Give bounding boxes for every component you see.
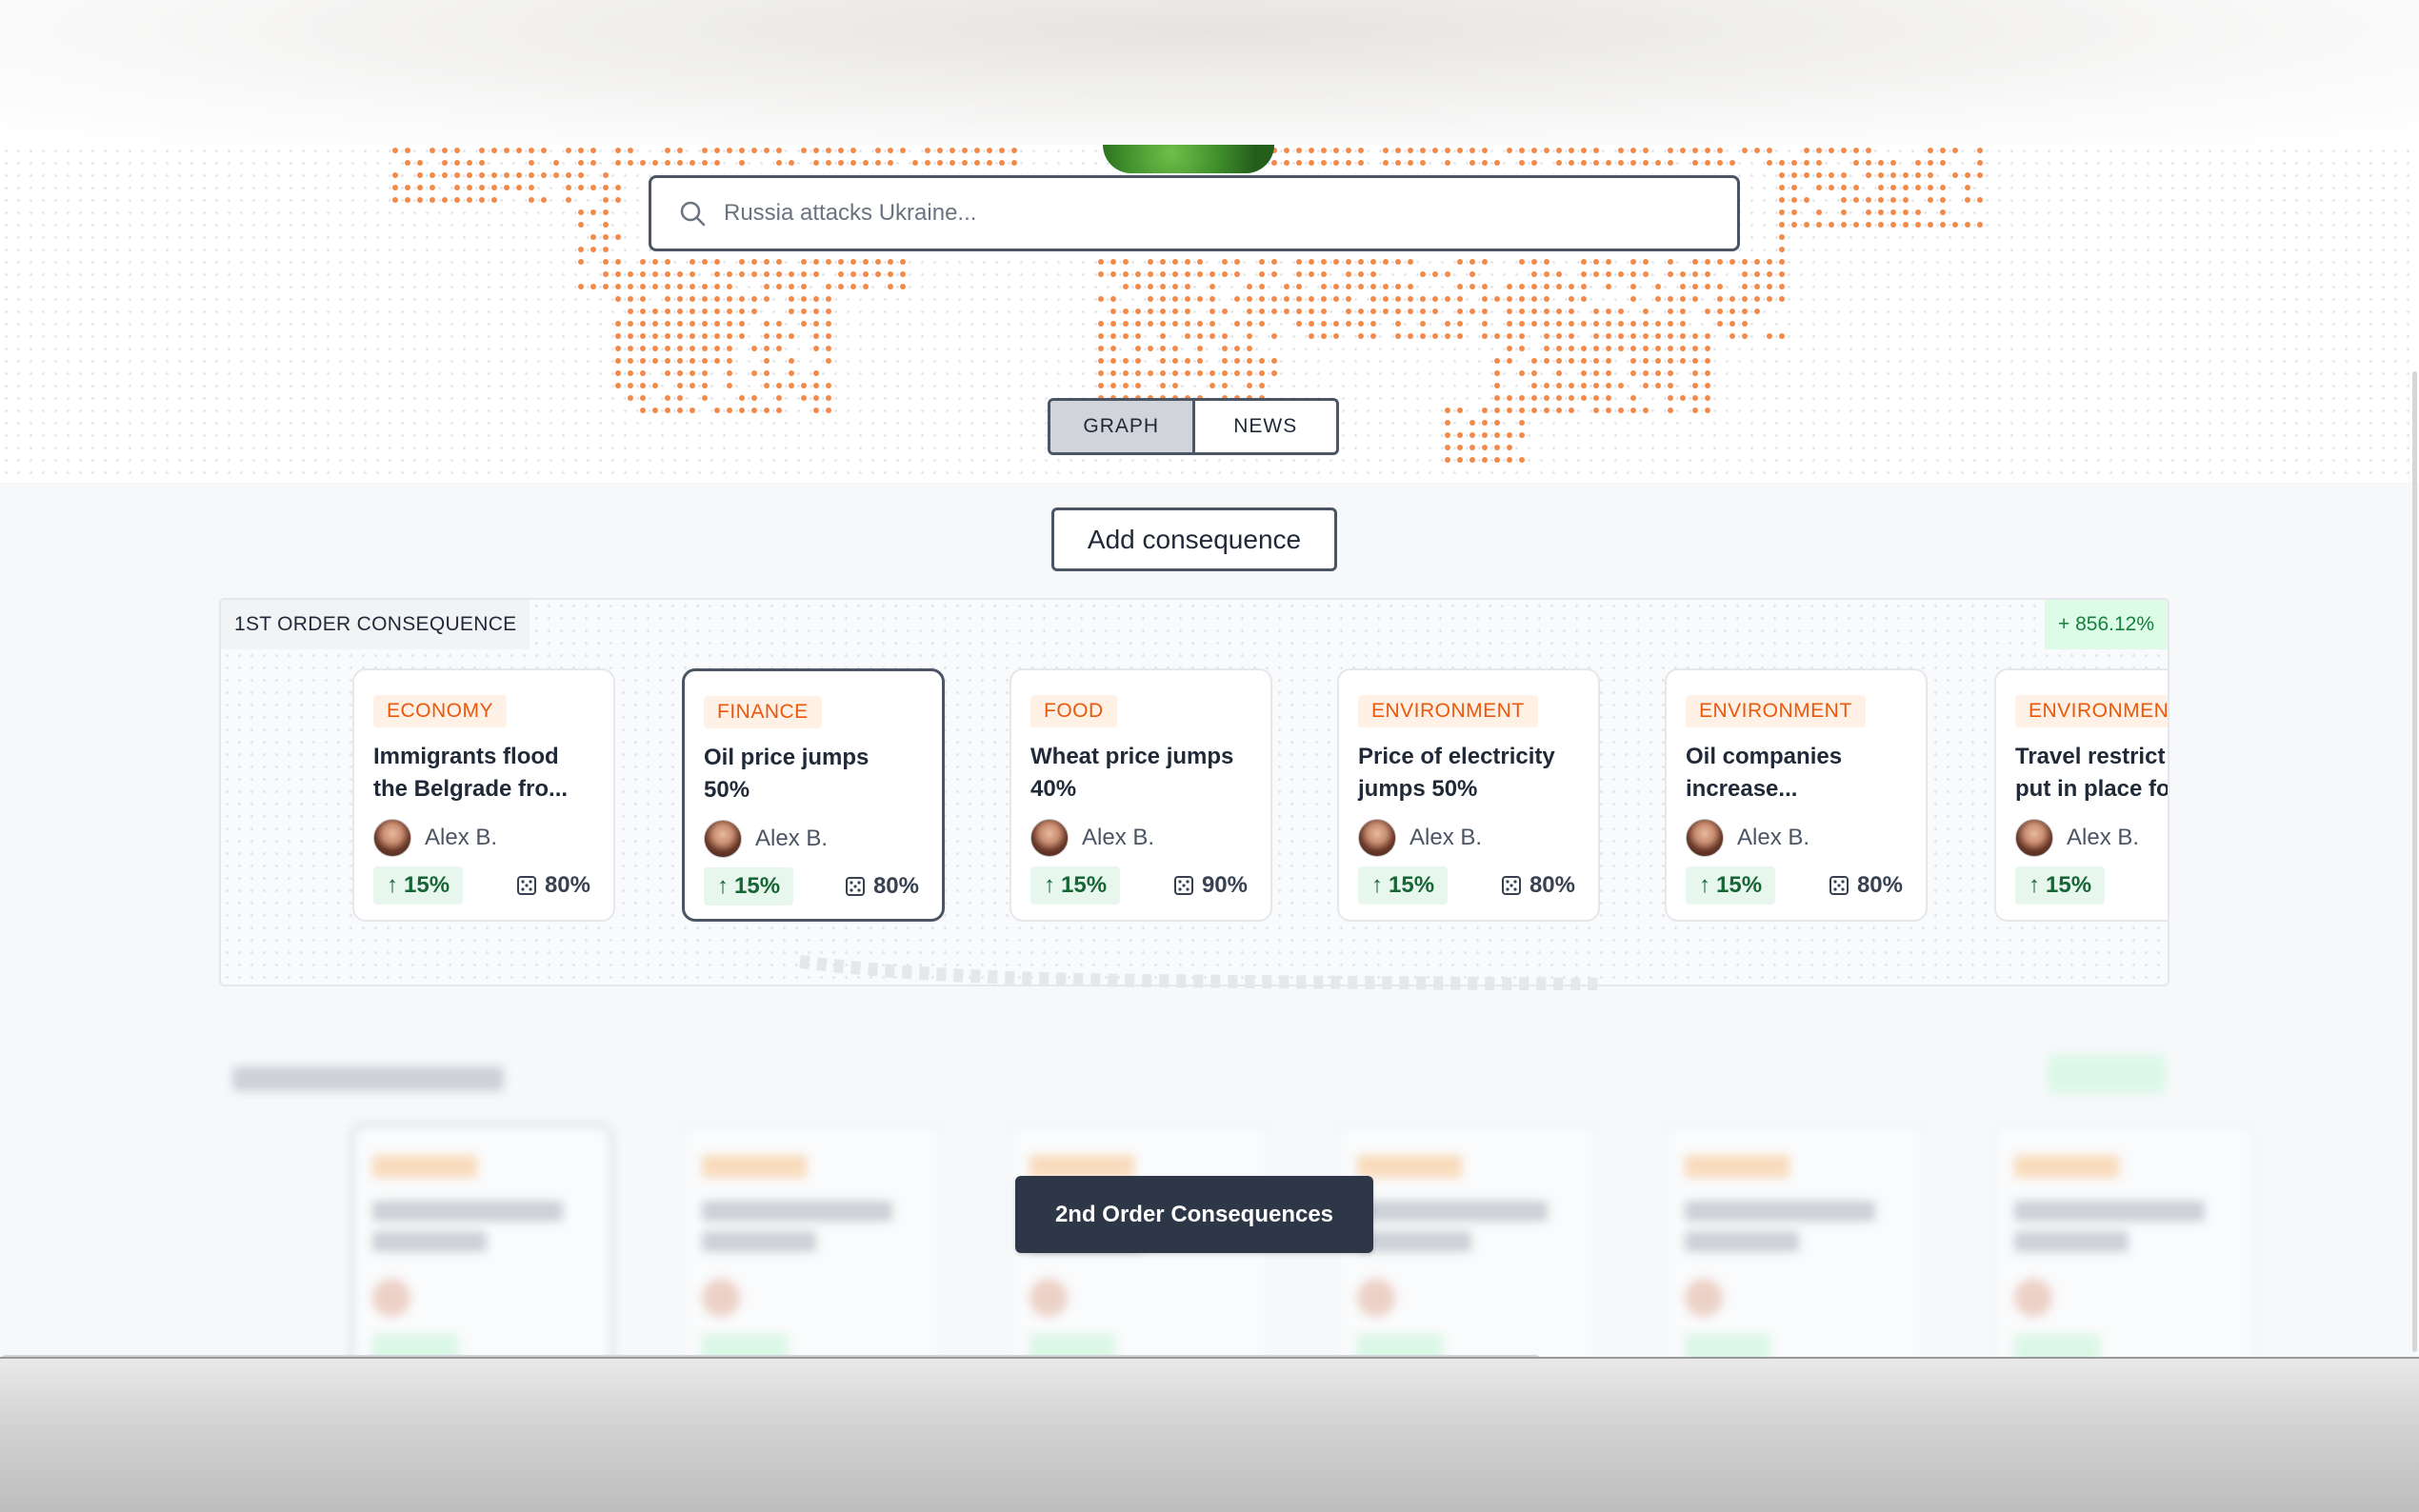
connector-lines bbox=[799, 955, 1600, 990]
probability-badge: 80% bbox=[1823, 866, 1909, 905]
author-name: Alex B. bbox=[755, 826, 829, 851]
consequence-card[interactable]: ECONOMY Immigrants flood the Belgrade fro… bbox=[352, 668, 615, 922]
dice-icon bbox=[516, 876, 536, 895]
impact-badge: ↑ 15% bbox=[1686, 866, 1776, 905]
avatar bbox=[704, 820, 742, 858]
impact-value: 15% bbox=[734, 873, 781, 899]
arrow-up-icon: ↑ bbox=[1699, 872, 1710, 898]
section-title: 1ST ORDER CONSEQUENCE bbox=[221, 600, 530, 649]
blurred-card bbox=[350, 1124, 613, 1371]
vertical-scrollbar[interactable] bbox=[2412, 371, 2417, 1352]
dice-icon bbox=[1173, 876, 1193, 895]
arrow-up-icon: ↑ bbox=[2029, 872, 2040, 898]
tab-graph[interactable]: GRAPH bbox=[1050, 401, 1195, 452]
arrow-up-icon: ↑ bbox=[717, 873, 729, 899]
author-name: Alex B. bbox=[1737, 825, 1810, 850]
dice-icon bbox=[845, 877, 865, 896]
consequence-card[interactable]: FINANCE Oil price jumps 50% Alex B. ↑ 15% 80% bbox=[682, 668, 945, 922]
blurred-footer-background bbox=[0, 1357, 2419, 1512]
author-name: Alex B. bbox=[2067, 825, 2140, 850]
card-author: Alex B. bbox=[1358, 819, 1482, 857]
blurred-card bbox=[680, 1124, 943, 1371]
dice-icon bbox=[1501, 876, 1521, 895]
impact-badge: ↑ 15% bbox=[2015, 866, 2106, 905]
category-tag: ECONOMY bbox=[373, 695, 508, 727]
avatar bbox=[1030, 819, 1069, 857]
section-total-change-badge: + 856.12% bbox=[2044, 600, 2168, 649]
impact-badge: ↑ 15% bbox=[1030, 866, 1121, 905]
category-tag: ENVIRONMENT bbox=[2015, 695, 2168, 727]
impact-badge: ↑ 15% bbox=[373, 866, 464, 905]
blurred-card bbox=[1992, 1124, 2255, 1371]
view-toggle: GRAPH NEWS bbox=[1048, 398, 1339, 455]
probability-value: 80% bbox=[544, 872, 590, 898]
impact-badge: ↑ 15% bbox=[704, 867, 794, 905]
avatar bbox=[1686, 819, 1724, 857]
consequence-card[interactable]: ENVIRONMENT Oil companies increase... Alex… bbox=[1665, 668, 1928, 922]
card-author: Alex B. bbox=[1686, 819, 1809, 857]
probability-value: 80% bbox=[872, 873, 919, 899]
add-consequence-button[interactable]: Add consequence bbox=[1051, 507, 1337, 571]
category-tag: FOOD bbox=[1030, 695, 1117, 727]
category-tag: ENVIRONMENT bbox=[1358, 695, 1538, 727]
arrow-up-icon: ↑ bbox=[387, 872, 398, 898]
blurred-section-title bbox=[232, 1066, 504, 1091]
author-name: Alex B. bbox=[425, 825, 498, 850]
second-order-consequences-button[interactable]: 2nd Order Consequences bbox=[1015, 1176, 1373, 1253]
card-author: Alex B. bbox=[373, 819, 497, 857]
card-author: Alex B. bbox=[2015, 819, 2139, 857]
blurred-header-background bbox=[0, 0, 2419, 145]
search-input[interactable] bbox=[724, 200, 1676, 227]
category-tag: FINANCE bbox=[704, 696, 822, 728]
avatar bbox=[2015, 819, 2053, 857]
blurred-section-badge bbox=[2048, 1055, 2166, 1093]
card-author: Alex B. bbox=[704, 820, 828, 858]
card-title: Immigrants flood the Belgrade fro... bbox=[373, 744, 569, 802]
first-order-section: 1ST ORDER CONSEQUENCE + 856.12% ECONOMY I… bbox=[219, 598, 2169, 986]
consequence-card[interactable]: ENVIRONMENT Travel restrict put in place … bbox=[1994, 668, 2169, 922]
search-bar[interactable] bbox=[649, 175, 1740, 251]
category-tag: ENVIRONMENT bbox=[1686, 695, 1866, 727]
probability-value: 80% bbox=[1529, 872, 1575, 898]
probability-value: 90% bbox=[1201, 872, 1248, 898]
dice-icon bbox=[1829, 876, 1849, 895]
blurred-card bbox=[1335, 1124, 1598, 1371]
arrow-up-icon: ↑ bbox=[1044, 872, 1055, 898]
hero-image bbox=[1103, 145, 1274, 173]
card-title: Oil price jumps 50% bbox=[704, 745, 870, 803]
author-name: Alex B. bbox=[1409, 825, 1483, 850]
impact-value: 15% bbox=[1389, 872, 1435, 898]
search-icon bbox=[680, 201, 706, 227]
author-name: Alex B. bbox=[1082, 825, 1155, 850]
probability-badge: 80% bbox=[839, 867, 925, 905]
impact-value: 15% bbox=[1716, 872, 1763, 898]
impact-value: 15% bbox=[1061, 872, 1108, 898]
impact-value: 15% bbox=[404, 872, 450, 898]
consequence-card[interactable]: ENVIRONMENT Price of electricity jumps 50… bbox=[1337, 668, 1600, 922]
probability-badge: 90% bbox=[1168, 866, 1253, 905]
impact-value: 15% bbox=[2046, 872, 2092, 898]
card-title: Oil companies increase... bbox=[1686, 744, 1843, 802]
tab-news[interactable]: NEWS bbox=[1195, 401, 1337, 452]
avatar bbox=[1358, 819, 1396, 857]
probability-value: 80% bbox=[1856, 872, 1903, 898]
avatar bbox=[373, 819, 411, 857]
impact-badge: ↑ 15% bbox=[1358, 866, 1449, 905]
card-author: Alex B. bbox=[1030, 819, 1154, 857]
arrow-up-icon: ↑ bbox=[1371, 872, 1383, 898]
blurred-card bbox=[1663, 1124, 1926, 1371]
card-title: Travel restrict put in place fo bbox=[2015, 744, 2169, 802]
probability-badge: 80% bbox=[510, 866, 596, 905]
probability-badge: 80% bbox=[1495, 866, 1581, 905]
consequence-card[interactable]: FOOD Wheat price jumps 40% Alex B. ↑ 15% 90% bbox=[1010, 668, 1272, 922]
card-title: Price of electricity jumps 50% bbox=[1358, 744, 1555, 802]
card-title: Wheat price jumps 40% bbox=[1030, 744, 1234, 802]
